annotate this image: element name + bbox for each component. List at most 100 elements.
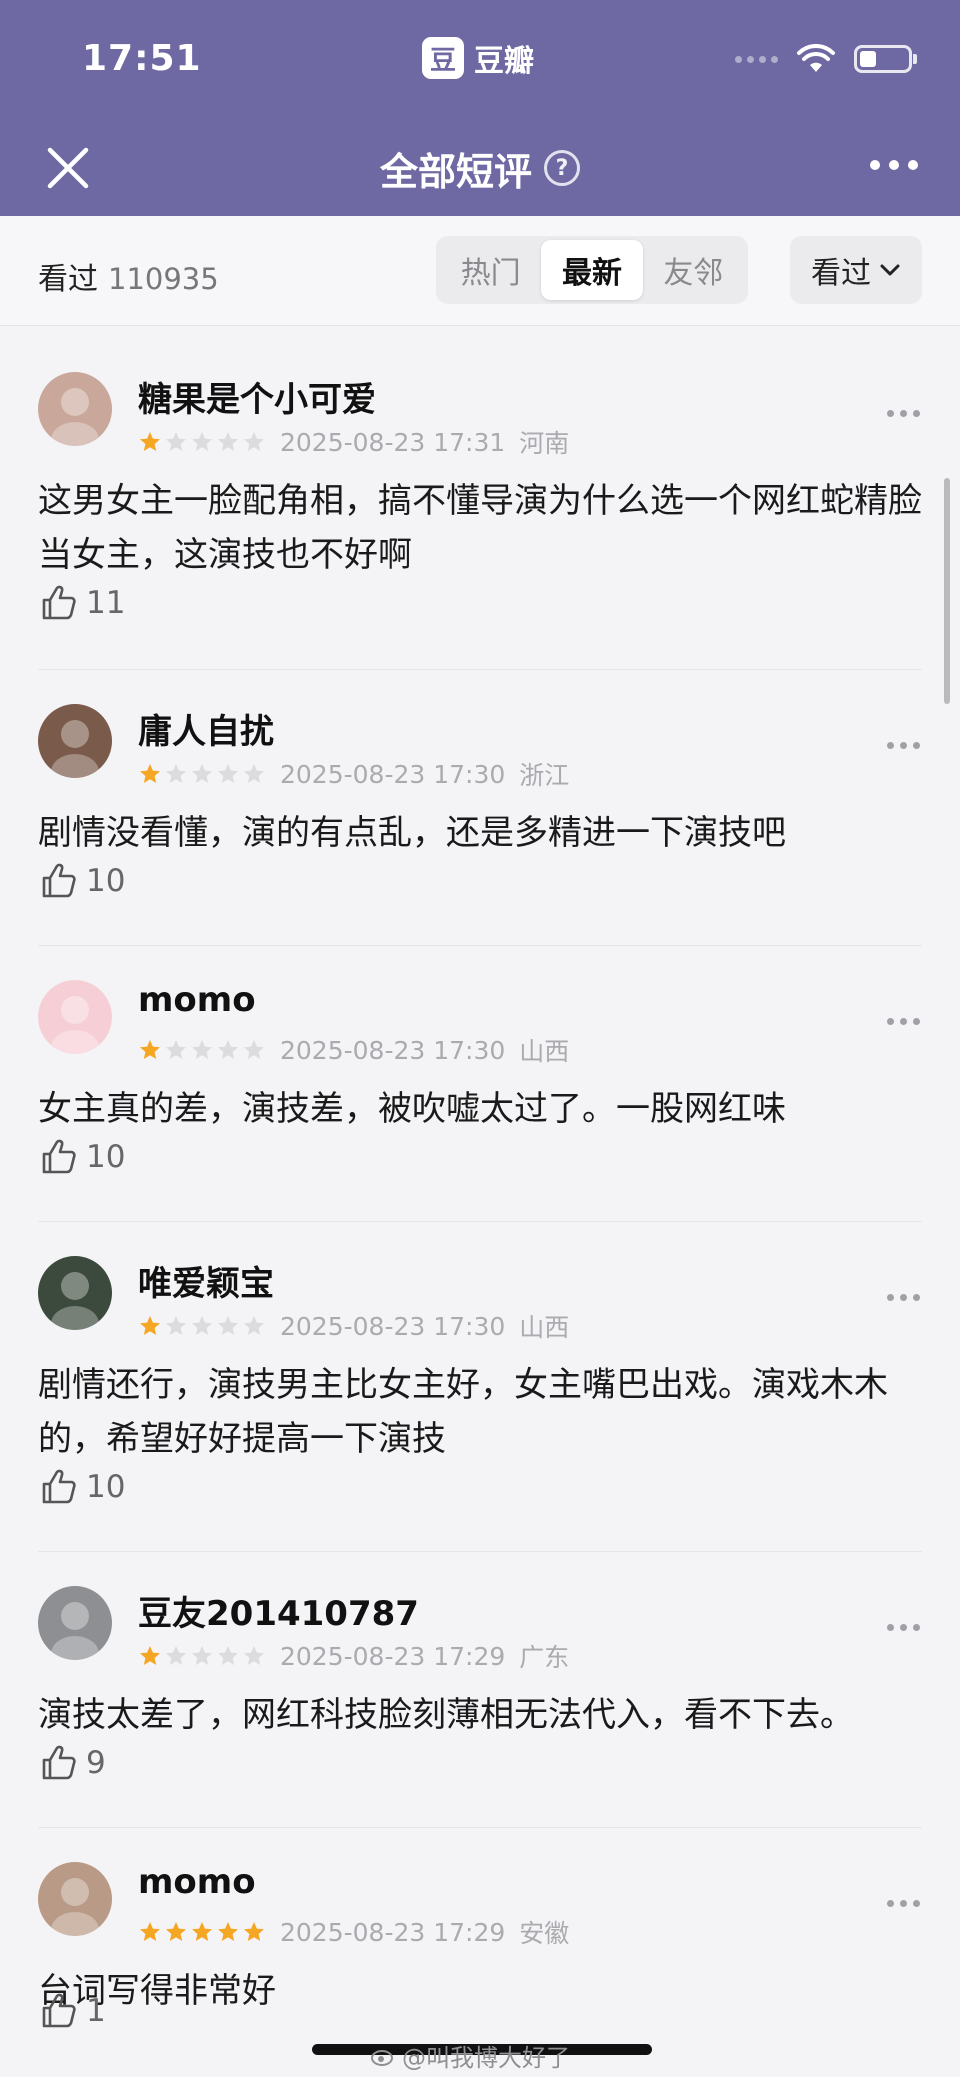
rating-stars [138,762,266,786]
page-title-text: 全部短评 [379,149,532,194]
comment-location: 安徽 [519,1919,570,1948]
comment-more-icon[interactable] [887,1294,920,1301]
comment-date: 2025-08-23 17:30 [280,759,506,789]
star-icon [140,764,160,783]
tab-friends[interactable]: 友邻 [643,240,744,300]
comment-text: 台词写得非常好 [38,1971,276,2011]
star-icon [192,1646,212,1665]
comment-more-icon[interactable] [887,1018,920,1025]
avatar[interactable] [38,1862,112,1936]
thumbs-up-icon [42,1993,76,2028]
thumbs-up-icon [42,585,76,620]
like-button[interactable]: 1 [38,1990,106,2032]
watermark-text: @叫我博大好了 [402,2044,570,2072]
like-count: 11 [86,585,126,621]
avatar[interactable] [38,704,112,778]
like-count: 9 [86,1745,106,1781]
avatar[interactable] [38,1586,112,1660]
help-icon[interactable]: ? [544,150,580,186]
comment-item: momo 2025-08-23 17:30 山西女主真的差，演技差，被吹嘘太过了。一… [38,946,922,1222]
like-button[interactable]: 10 [38,1466,125,1508]
star-icon [192,1922,212,1941]
comment-meta: 2025-08-23 17:29 安徽 [138,1914,569,1950]
tab-hot[interactable]: 热门 [440,240,541,300]
star-icon [218,1316,238,1335]
star-icon [140,432,160,451]
star-icon [244,1040,264,1059]
star-icon [218,1040,238,1059]
douban-logo-icon: 豆 [422,37,464,79]
star-icon [218,1646,238,1665]
comment-text: 女主真的差，演技差，被吹嘘太过了。一股网红味 [38,1089,786,1129]
page-title: 全部短评 ? [0,140,960,196]
comment-more-icon[interactable] [887,1624,920,1631]
star-icon [244,764,264,783]
chevron-down-icon [880,264,900,276]
comment-text: 演技太差了，网红科技脸刻薄相无法代入，看不下去。 [38,1695,854,1735]
star-icon [192,1316,212,1335]
status-filter-label: 看过 [811,256,871,291]
star-icon [166,432,186,451]
seen-label: 看过 [38,262,98,297]
comment-item: 庸人自扰 2025-08-23 17:30 浙江 剧情没看懂，演的有点乱，还是多精进一… [38,670,922,946]
star-icon [192,432,212,451]
thumbs-up-icon [42,1469,76,1504]
rating-stars [138,1920,266,1944]
user-name[interactable]: momo [138,980,256,1020]
nav-bar: 全部短评 ? [0,120,960,216]
comment-date: 2025-08-23 17:30 [280,1311,506,1341]
comment-text: 这男女主一脸配角相，搞不懂导演为什么选一个网红蛇精脸当女主，这演技也不好啊 [38,481,922,575]
like-button[interactable]: 11 [38,582,125,624]
user-name[interactable]: 糖果是个小可爱 [138,372,376,421]
rating-stars [138,1314,266,1338]
comment-more-icon[interactable] [887,410,920,417]
comment-location: 河南 [519,429,570,458]
watermark: @叫我博大好了 [370,2038,570,2073]
user-name[interactable]: 庸人自扰 [138,704,274,753]
battery-icon [854,45,917,73]
star-icon [244,1922,264,1941]
star-icon [140,1646,160,1665]
star-icon [166,1040,186,1059]
comment-meta: 2025-08-23 17:30 山西 [138,1032,569,1068]
star-icon [166,1922,186,1941]
thumbs-up-icon [42,1139,76,1174]
star-icon [140,1040,160,1059]
star-icon [244,1316,264,1335]
star-icon [166,764,186,783]
comment-more-icon[interactable] [887,742,920,749]
avatar[interactable] [38,1256,112,1330]
battery-level [860,51,876,67]
tab-latest[interactable]: 最新 [541,240,643,300]
comment-date: 2025-08-23 17:30 [280,1035,506,1065]
star-icon [166,1646,186,1665]
rating-stars [138,430,266,454]
filter-bar: 看过 110935 热门 最新 友邻 看过 [0,216,960,326]
user-name[interactable]: 唯爱颖宝 [138,1256,274,1305]
star-icon [218,1922,238,1941]
comment-more-icon[interactable] [887,1900,920,1907]
comment-date: 2025-08-23 17:29 [280,1641,506,1671]
like-button[interactable]: 10 [38,860,125,902]
comment-text: 剧情没看懂，演的有点乱，还是多精进一下演技吧 [38,813,786,853]
like-button[interactable]: 9 [38,1742,106,1784]
user-name[interactable]: momo [138,1862,256,1902]
like-count: 10 [86,1469,126,1505]
status-filter-dropdown[interactable]: 看过 [790,236,922,304]
comment-date: 2025-08-23 17:29 [280,1917,506,1947]
user-name[interactable]: 豆友201410787 [138,1586,419,1635]
comment-text: 剧情还行，演技男主比女主好，女主嘴巴出戏。演戏木木的，希望好好提高一下演技 [38,1365,888,1459]
seen-number: 110935 [108,262,219,296]
comment-location: 山西 [519,1037,570,1066]
like-count: 10 [86,1139,126,1175]
avatar[interactable] [38,980,112,1054]
avatar[interactable] [38,372,112,446]
app-name: 豆瓣 [474,44,534,79]
comment-item: momo 2025-08-23 17:29 安徽台词写得非常好 1 [38,1828,922,2068]
star-icon [140,1316,160,1335]
star-icon [166,1316,186,1335]
scrollbar[interactable] [944,478,950,704]
more-options-icon[interactable] [870,160,918,170]
like-button[interactable]: 10 [38,1136,125,1178]
rating-stars [138,1644,266,1668]
